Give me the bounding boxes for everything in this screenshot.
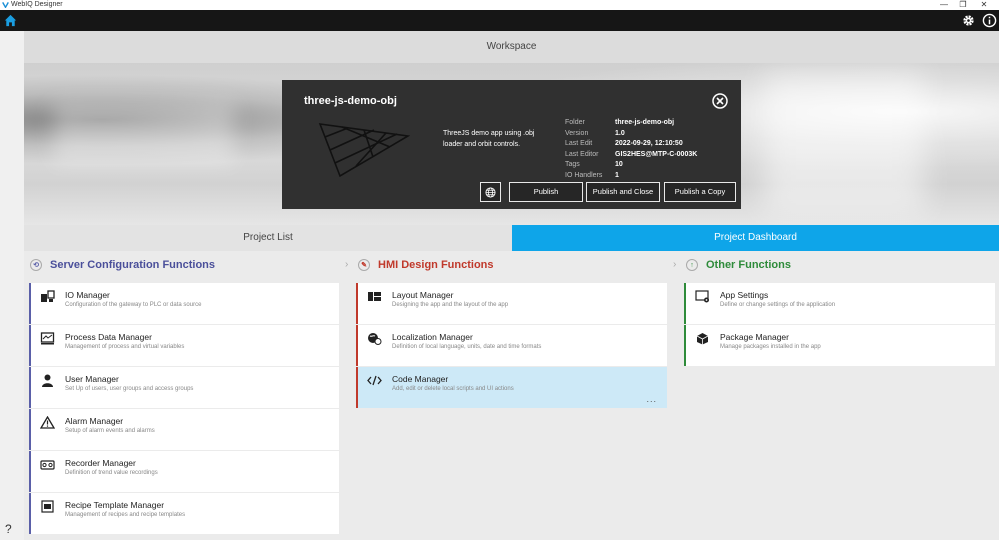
close-icon[interactable] (712, 93, 728, 109)
item-desc: Set Up of users, user groups and access … (65, 386, 194, 392)
meta-value: 2022-09-29, 12:10:50 (615, 140, 683, 147)
globe-icon (485, 187, 496, 198)
meta-key: IO Handlers (565, 171, 603, 179)
list-item-code-manager[interactable]: Code Manager Add, edit or delete local s… (356, 367, 667, 408)
other-section-title: Other Functions (706, 259, 791, 271)
list-item-package-manager[interactable]: Package Manager Manage packages installe… (684, 325, 995, 366)
item-desc: Definition of trend value recordings (65, 470, 158, 476)
hmi-section-title: HMI Design Functions (378, 259, 494, 271)
top-toolbar (0, 10, 999, 31)
publish-button[interactable]: Publish (509, 182, 583, 202)
item-desc: Manage packages installed in the app (720, 344, 821, 350)
title-bar: WebIQ Designer — ❐ ✕ (0, 0, 999, 10)
minimize-button[interactable]: — (937, 0, 951, 10)
process-data-icon (40, 332, 55, 345)
item-title: App Settings (720, 290, 769, 300)
webiq-logo-icon (2, 2, 9, 8)
server-section-header: ⟲ Server Configuration Functions (30, 256, 215, 274)
hmi-section-header: ✎ HMI Design Functions (358, 256, 494, 274)
project-description: ThreeJS demo app using .obj loader and o… (443, 130, 535, 148)
meta-key: Last Editor (565, 150, 599, 158)
help-button[interactable]: ? (5, 522, 12, 536)
close-window-button[interactable]: ✕ (977, 0, 991, 10)
item-title: Package Manager (720, 332, 789, 342)
list-item-app-settings[interactable]: App Settings Define or change settings o… (684, 283, 995, 324)
other-functions-icon: ↑ (686, 259, 698, 271)
localization-icon (368, 333, 382, 345)
recorder-icon (40, 460, 55, 470)
meta-key: Folder (565, 119, 585, 126)
chevron-right-icon: › (345, 259, 349, 270)
item-title: Recorder Manager (65, 458, 136, 468)
item-title: Recipe Template Manager (65, 500, 165, 510)
item-desc: Configuration of the gateway to PLC or d… (65, 302, 202, 308)
window-title: WebIQ Designer (11, 1, 63, 8)
item-title: Code Manager (392, 374, 449, 384)
info-icon[interactable] (982, 13, 997, 28)
maximize-button[interactable]: ❐ (956, 0, 970, 10)
item-desc: Setup of alarm events and alarms (65, 428, 155, 434)
list-item-alarm-manager[interactable]: Alarm Manager Setup of alarm events and … (29, 409, 339, 450)
list-item-io-manager[interactable]: IO Manager Configuration of the gateway … (29, 283, 339, 324)
item-desc: Designing the app and the layout of the … (392, 302, 509, 308)
hmi-design-icon: ✎ (358, 259, 370, 271)
alarm-icon (40, 416, 55, 429)
item-title: Process Data Manager (65, 332, 152, 342)
project-title: three-js-demo-obj (304, 95, 397, 107)
item-desc: Management of recipes and recipe templat… (65, 512, 186, 518)
meta-value: 1.0 (615, 129, 625, 137)
meta-value: 10 (615, 161, 623, 168)
layout-icon (368, 292, 381, 301)
list-item-recipe-template-manager[interactable]: Recipe Template Manager Management of re… (29, 493, 339, 534)
tab-project-list[interactable]: Project List (24, 225, 512, 251)
io-icon (41, 290, 55, 302)
item-title: User Manager (65, 374, 119, 384)
item-title: IO Manager (65, 290, 110, 300)
item-title: Localization Manager (392, 332, 473, 342)
meta-key: Tags (565, 161, 580, 168)
publish-close-button[interactable]: Publish and Close (586, 182, 660, 202)
gear-icon[interactable] (961, 13, 976, 28)
list-item-layout-manager[interactable]: Layout Manager Designing the app and the… (356, 283, 667, 324)
project-meta: Folder three-js-demo-obj Version 1.0 Last … (565, 118, 697, 181)
meta-key: Version (565, 129, 589, 137)
server-section-title: Server Configuration Functions (50, 259, 216, 271)
left-strip (0, 31, 24, 540)
item-title: Layout Manager (392, 290, 454, 300)
chevron-right-icon: › (673, 259, 677, 270)
user-icon (42, 374, 53, 387)
item-title: Alarm Manager (65, 416, 124, 426)
tab-project-dashboard[interactable]: Project Dashboard (512, 225, 999, 251)
publish-copy-button[interactable]: Publish a Copy (664, 182, 736, 202)
list-item-user-manager[interactable]: User Manager Set Up of users, user group… (29, 367, 339, 408)
other-section-header: ↑ Other Functions (686, 256, 791, 274)
more-options-button[interactable]: ... (646, 394, 657, 404)
server-config-icon: ⟲ (30, 259, 42, 271)
meta-value: 1 (615, 171, 619, 179)
item-desc: Define or change settings of the applica… (720, 302, 836, 308)
list-item-recorder-manager[interactable]: Recorder Manager Definition of trend val… (29, 451, 339, 492)
list-item-localization-manager[interactable]: Localization Manager Definition of local… (356, 325, 667, 366)
project-card: three-js-demo-obj ThreeJS demo app using… (282, 80, 741, 209)
meta-value: GIS2HES@MTP-C-0003K (615, 150, 698, 158)
code-icon (367, 375, 382, 386)
recipe-icon (41, 500, 54, 513)
home-icon[interactable] (3, 13, 18, 28)
project-thumbnail-icon (318, 123, 410, 178)
item-desc: Definition of local language, units, dat… (392, 344, 542, 350)
package-icon (696, 333, 709, 345)
app-settings-icon (695, 290, 709, 303)
meta-value: three-js-demo-obj (615, 119, 675, 126)
list-item-process-data-manager[interactable]: Process Data Manager Management of proce… (29, 325, 339, 366)
workspace-header: Workspace (24, 31, 999, 63)
meta-key: Last Edit (565, 140, 593, 147)
preview-button[interactable] (480, 182, 501, 202)
item-desc: Add, edit or delete local scripts and UI… (392, 386, 514, 392)
item-desc: Management of process and virtual variab… (65, 344, 185, 350)
